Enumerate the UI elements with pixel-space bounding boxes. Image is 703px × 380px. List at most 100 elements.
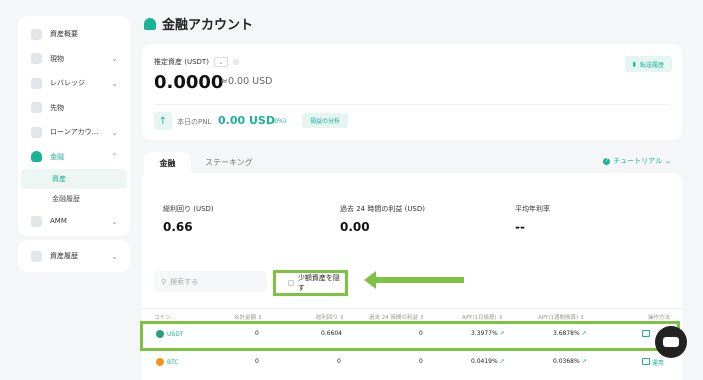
estimated-assets-label: 推定資産 (USDT) ⌄ ◎ — [154, 57, 239, 67]
tab-staking[interactable]: ステーキング — [205, 157, 253, 168]
chevron-down-icon: ⌄ — [111, 127, 118, 137]
stat-24h-profit: 過去 24 時間の利益 (USD) 0.00 — [340, 204, 425, 234]
header-total[interactable]: 合計金額 ⇕ — [234, 313, 262, 321]
header-apy1w[interactable]: APY(1週間換算) ⇕ — [538, 313, 584, 321]
page-title: 金融アカウント — [144, 14, 253, 33]
search-input[interactable]: ⚲ 検索する — [154, 271, 267, 292]
pnl-percent: (0%) — [272, 118, 287, 125]
history-icon — [31, 250, 42, 262]
annotation-highlight-usdt-row — [140, 321, 680, 351]
sidebar-item-margin[interactable]: レバレッジ ⌄ — [18, 71, 130, 96]
total-cell: 0 — [255, 358, 259, 365]
header-yield[interactable]: 総利回り ⇕ — [316, 313, 344, 321]
sidebar-item-asset-history[interactable]: 資産履歴 ⌄ — [18, 240, 130, 272]
tab-finance[interactable]: 金融 — [144, 152, 191, 174]
stat-value: 0.66 — [163, 220, 193, 234]
profit24-cell: 0 — [419, 358, 423, 365]
header-op: 操作方法 — [648, 315, 671, 321]
estimated-assets-text: 推定資産 (USDT) — [154, 58, 209, 66]
chevron-down-icon: ⌄ — [111, 54, 118, 64]
margin-icon — [31, 77, 42, 89]
transfer-history-button[interactable]: ▮ 転送履歴 — [624, 56, 672, 72]
chat-support-button[interactable] — [655, 326, 687, 358]
stat-avg-apr: 平均年利率 -- — [515, 204, 550, 234]
sidebar-item-label: ローンアカウ... — [50, 128, 99, 137]
divider — [154, 104, 670, 105]
question-icon: ? — [603, 157, 611, 165]
sidebar-item-overview[interactable]: 資産概要 — [18, 22, 130, 47]
estimated-assets-value: 0.0000 — [154, 72, 224, 93]
sidebar-item-label: 資産概要 — [50, 30, 78, 39]
chat-icon — [663, 337, 679, 347]
spot-icon — [31, 53, 42, 65]
loan-icon — [31, 126, 42, 138]
sidebar-item-spot[interactable]: 現物 ⌄ — [18, 47, 130, 72]
sidebar-item-label: 資産履歴 — [50, 252, 78, 260]
coin-name: BTC — [167, 358, 179, 366]
stat-label: 平均年利率 — [515, 205, 550, 213]
header-profit24[interactable]: 過去 24 時間の利益 ⇕ — [369, 313, 424, 321]
btc-icon — [156, 358, 164, 366]
finance-logo-icon — [144, 17, 156, 30]
operate-label: 運用 — [651, 360, 664, 367]
transfer-history-label: 転送履歴 — [639, 61, 664, 69]
annotation-arrow-shaft — [374, 277, 464, 283]
stat-total-yield: 総利回り (USD) 0.66 — [163, 204, 214, 234]
sidebar-item-label: 先物 — [50, 103, 64, 112]
chevron-down-icon: ⌄ — [111, 251, 118, 261]
operate-cell[interactable]: 運用 — [642, 358, 664, 367]
transfer-icon: ▮ — [632, 60, 636, 68]
summary-card: 推定資産 (USDT) ⌄ ◎ 0.0000 ≈0.00 USD ▮ 転送履歴 … — [142, 44, 682, 140]
sidebar-subitem-assets[interactable]: 資産 — [21, 169, 127, 189]
sidebar-item-loan[interactable]: ローンアカウ... ⌄ — [18, 120, 130, 145]
stat-value: 0.00 — [340, 220, 370, 234]
table-header: コイン... 合計金額 ⇕ 総利回り ⇕ 過去 24 時間の利益 ⇕ APY(1… — [142, 308, 682, 322]
estimated-assets-usd: ≈0.00 USD — [220, 76, 273, 87]
header-coin[interactable]: コイン... — [154, 313, 176, 321]
sidebar-item-label: AMM — [50, 217, 67, 226]
chevron-up-icon: ⌃ — [111, 152, 118, 162]
sidebar: 資産概要 現物 ⌄ レバレッジ ⌄ 先物 ローンアカウ... ⌄ 金融 ⌃ 資産… — [18, 16, 130, 236]
sidebar-item-label: 金融 — [50, 152, 64, 161]
chevron-down-icon: ⌄ — [665, 157, 671, 165]
pnl-value: 0.00 USD — [218, 114, 275, 127]
table-row: BTC 0 0 0 0.0419% ↗ 0.0368% ↗ 運用 — [142, 351, 682, 372]
apy1w-cell: 0.0368% ↗ — [553, 358, 587, 365]
sidebar-item-amm[interactable]: AMM ⌄ — [18, 209, 130, 234]
header-apy1d[interactable]: APY(1日換算) ⇕ — [462, 313, 503, 321]
wallet-icon — [31, 28, 42, 40]
eye-icon[interactable]: ◎ — [233, 58, 239, 66]
search-placeholder: 検索する — [170, 277, 199, 286]
yield-cell: 0 — [337, 358, 341, 365]
sidebar-item-label: 現物 — [50, 54, 64, 63]
sidebar-item-futures[interactable]: 先物 — [18, 96, 130, 121]
finance-icon — [31, 151, 42, 163]
pnl-analysis-button[interactable]: 損益の分析 — [302, 113, 349, 128]
hide-small-assets-checkbox[interactable]: 少額資産を隠す — [273, 270, 348, 296]
tutorial-label: チュートリアル — [613, 157, 663, 165]
trend-icon[interactable]: ↗ — [582, 358, 587, 365]
sidebar-subitem-finance-history[interactable]: 金融履歴 — [21, 189, 127, 209]
sidebar-subitem-label: 資産 — [52, 175, 66, 183]
operate-icon — [642, 358, 650, 365]
currency-dropdown[interactable]: ⌄ — [213, 57, 228, 67]
futures-icon — [31, 102, 42, 114]
sidebar-history-card: 資産履歴 ⌄ — [18, 240, 130, 272]
search-icon: ⚲ — [161, 277, 167, 286]
chevron-down-icon: ⌄ — [111, 216, 118, 226]
coin-cell[interactable]: BTC — [156, 358, 179, 366]
trend-icon[interactable]: ↗ — [500, 358, 505, 365]
checkbox-icon — [288, 280, 294, 286]
tutorial-link[interactable]: ? チュートリアル ⌄ — [603, 156, 671, 166]
sidebar-subitem-label: 金融履歴 — [52, 195, 80, 203]
apy1d-value: 0.0419% — [471, 358, 498, 365]
stat-label: 総利回り (USD) — [163, 205, 214, 213]
pnl-label: 本日のPNL — [177, 118, 212, 126]
page-title-text: 金融アカウント — [162, 18, 254, 33]
sidebar-item-finance[interactable]: 金融 ⌃ — [18, 145, 130, 170]
stat-label: 過去 24 時間の利益 (USD) — [340, 205, 426, 213]
arrow-up-icon: ↑ — [154, 112, 172, 130]
hide-small-assets-label: 少額資産を隠す — [297, 274, 340, 292]
amm-icon — [31, 215, 42, 227]
chevron-down-icon: ⌄ — [111, 78, 118, 88]
